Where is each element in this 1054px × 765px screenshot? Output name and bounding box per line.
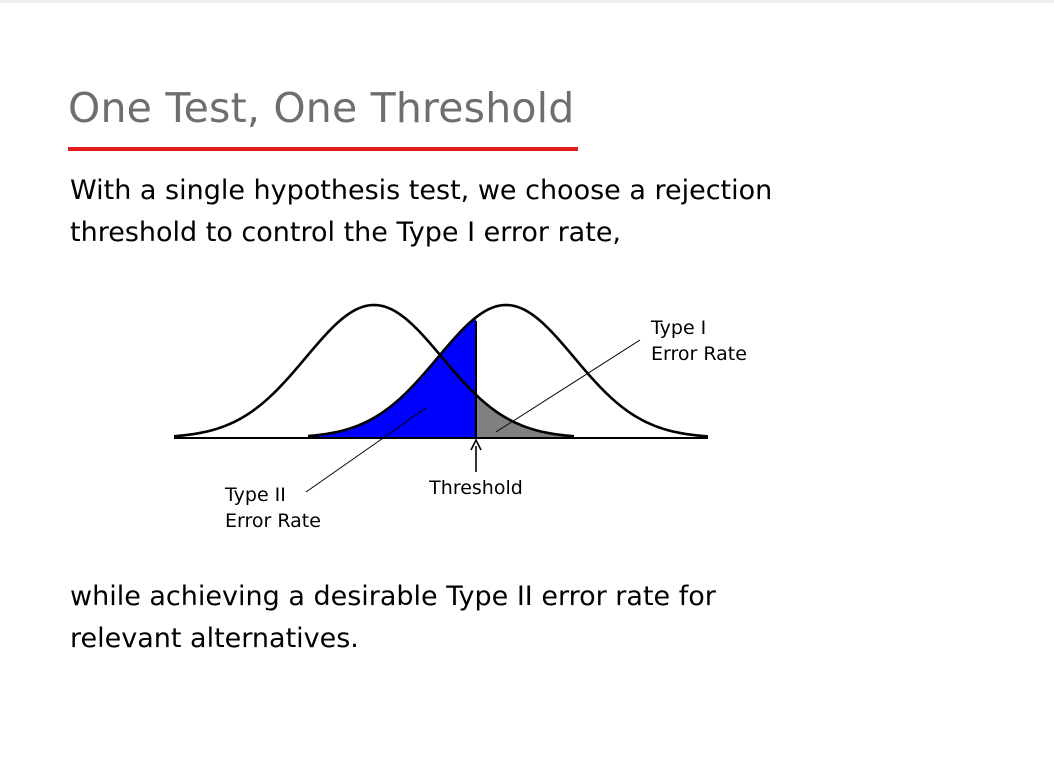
type2-label-line1: Type II xyxy=(224,484,286,506)
type2-error-region xyxy=(308,317,476,438)
type1-leader-line xyxy=(495,339,641,433)
threshold-label: Threshold xyxy=(428,477,523,499)
alternative-distribution-curve xyxy=(307,303,709,438)
type1-label-line2: Error Rate xyxy=(651,343,747,365)
type2-label-line2: Error Rate xyxy=(225,510,321,532)
type1-label-line1: Type I xyxy=(650,317,706,339)
type1-error-region xyxy=(476,394,574,438)
outro-text: while achieving a desirable Type II erro… xyxy=(70,581,716,654)
